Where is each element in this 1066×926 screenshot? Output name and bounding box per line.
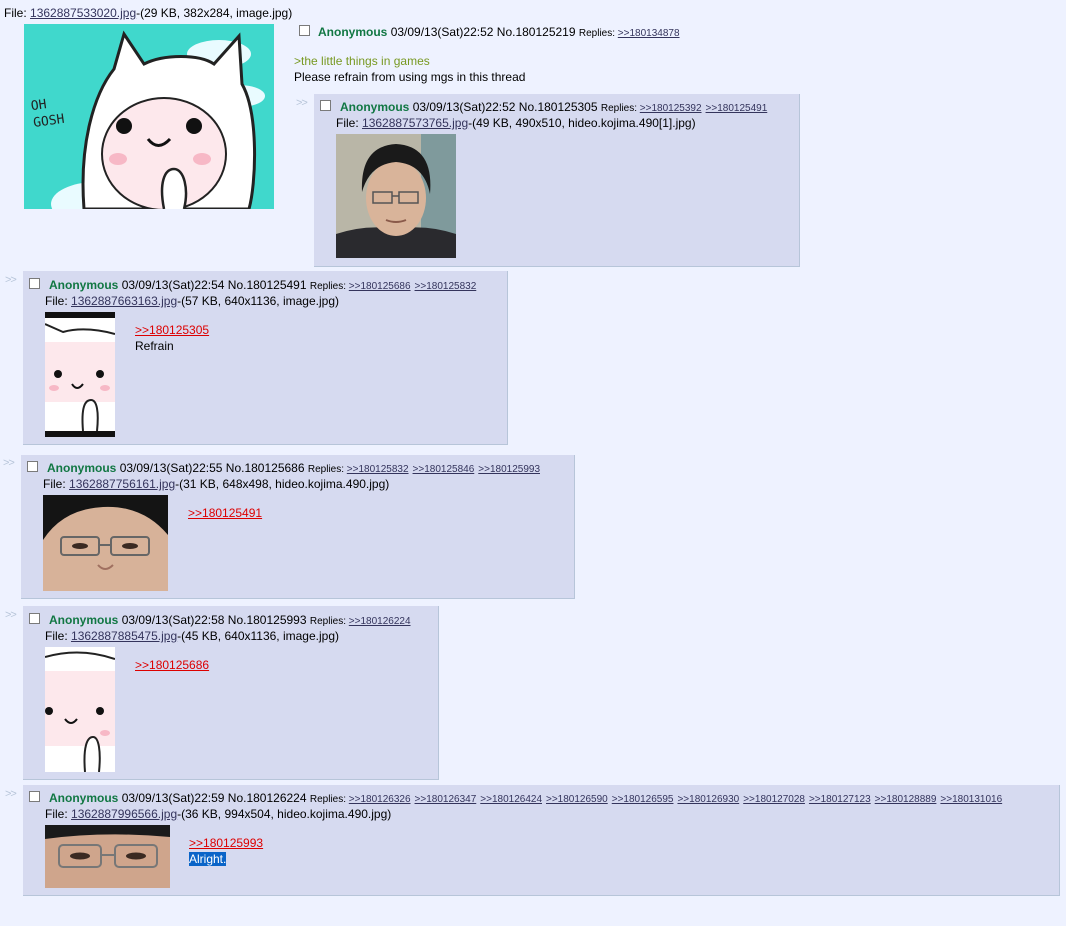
reply-link[interactable]: >>180125392: [640, 103, 702, 114]
post-datetime: 03/09/13(Sat)22:59: [121, 791, 225, 805]
op-checkbox[interactable]: [299, 25, 310, 36]
cartoon-cat-image: [45, 647, 115, 772]
portrait-photo: [43, 495, 168, 591]
file-link[interactable]: 1362887756161.jpg: [69, 477, 175, 491]
reply-link[interactable]: >>180126590: [546, 794, 608, 805]
post-datetime: 03/09/13(Sat)22:58: [121, 613, 225, 627]
file-link[interactable]: 1362887996566.jpg: [71, 807, 177, 821]
post-checkbox[interactable]: [27, 461, 38, 472]
quote-link[interactable]: >>180125686: [135, 658, 209, 673]
post-number[interactable]: No.180125993: [228, 613, 307, 627]
poster-name: Anonymous: [47, 461, 117, 475]
post-thumbnail[interactable]: [336, 134, 456, 258]
post-header: Anonymous 03/09/13(Sat)22:59 No.18012622…: [49, 791, 1006, 807]
post-number[interactable]: No.180125686: [226, 461, 305, 475]
reply-link[interactable]: >>180125832: [347, 464, 409, 475]
reply-link[interactable]: >>180126595: [612, 794, 674, 805]
post-number[interactable]: No.180125491: [228, 278, 307, 292]
replies-list: Replies: >>180126224: [309, 616, 411, 627]
post-checkbox[interactable]: [320, 100, 331, 111]
cartoon-cat-image: [45, 312, 115, 437]
post-checkbox[interactable]: [29, 278, 40, 289]
post-comment: Alright.: [189, 852, 227, 867]
reply-link[interactable]: >>180134878: [618, 28, 680, 39]
reply-link[interactable]: >>180126224: [349, 616, 411, 627]
post-header: Anonymous 03/09/13(Sat)22:52 No.18012530…: [340, 100, 771, 116]
file-link[interactable]: 1362887885475.jpg: [71, 629, 177, 643]
portrait-photo: [336, 134, 456, 258]
reply-link[interactable]: >>180128889: [875, 794, 937, 805]
reply-link[interactable]: >>180126326: [349, 794, 411, 805]
post-file-info: File: 1362887885475.jpg-(45 KB, 640x1136…: [45, 629, 339, 643]
post-thumbnail[interactable]: [43, 495, 168, 591]
post-file-info: File: 1362887996566.jpg-(36 KB, 994x504,…: [45, 807, 392, 821]
selected-text: Alright.: [189, 852, 227, 866]
post-file-info: File: 1362887573765.jpg-(49 KB, 490x510,…: [336, 116, 696, 130]
post-datetime: 03/09/13(Sat)22:55: [119, 461, 223, 475]
post-thumbnail[interactable]: [45, 312, 115, 437]
reply-link[interactable]: >>180127123: [809, 794, 871, 805]
post-file-info: File: 1362887663163.jpg-(57 KB, 640x1136…: [45, 294, 339, 308]
replies-list: Replies: >>180134878: [578, 28, 680, 39]
file-link[interactable]: 1362887573765.jpg: [362, 116, 468, 130]
reply-link[interactable]: >>180125491: [706, 103, 768, 114]
op-comment: Please refrain from using mgs in this th…: [294, 70, 526, 84]
poster-name: Anonymous: [318, 25, 388, 39]
op-file-info: File: 1362887533020.jpg-(29 KB, 382x284,…: [4, 6, 293, 20]
reply-link[interactable]: >>180125846: [413, 464, 475, 475]
op-post-header: Anonymous 03/09/13(Sat)22:52 No.18012521…: [318, 25, 684, 41]
reply-link[interactable]: >>180126424: [480, 794, 542, 805]
reply-arrows: >>: [3, 457, 15, 469]
post-header: Anonymous 03/09/13(Sat)22:55 No.18012568…: [47, 461, 544, 477]
reply-link[interactable]: >>180125993: [478, 464, 540, 475]
post-datetime: 03/09/13(Sat)22:54: [121, 278, 225, 292]
quote-link[interactable]: >>180125491: [188, 506, 262, 521]
post-checkbox[interactable]: [29, 613, 40, 624]
post-thumbnail[interactable]: [45, 647, 115, 772]
post-header: Anonymous 03/09/13(Sat)22:58 No.18012599…: [49, 613, 415, 629]
poster-name: Anonymous: [49, 791, 119, 805]
post-datetime: 03/09/13(Sat)22:52: [390, 25, 494, 39]
post-datetime: 03/09/13(Sat)22:52: [412, 100, 516, 114]
reply-link[interactable]: >>180126347: [415, 794, 477, 805]
post-header: Anonymous 03/09/13(Sat)22:54 No.18012549…: [49, 278, 480, 294]
post-checkbox[interactable]: [29, 791, 40, 802]
quote-link[interactable]: >>180125305: [135, 323, 209, 338]
op-thumbnail[interactable]: OH GOSH: [24, 24, 274, 209]
post-number[interactable]: No.180126224: [228, 791, 307, 805]
op-greentext: >the little things in games: [294, 54, 430, 68]
portrait-photo: [45, 825, 170, 888]
thumb-caption: OH GOSH: [29, 97, 66, 132]
reply-arrows: >>: [5, 609, 17, 621]
replies-list: Replies: >>180125686 >>180125832: [309, 281, 477, 292]
post-file-info: File: 1362887756161.jpg-(31 KB, 648x498,…: [43, 477, 390, 491]
op-file-link[interactable]: 1362887533020.jpg: [30, 6, 136, 20]
post-thumbnail[interactable]: [45, 825, 170, 888]
poster-name: Anonymous: [49, 278, 119, 292]
replies-list: Replies: >>180125392 >>180125491: [600, 103, 768, 114]
file-link[interactable]: 1362887663163.jpg: [71, 294, 177, 308]
reply-link[interactable]: >>180131016: [940, 794, 1002, 805]
reply-link[interactable]: >>180127028: [743, 794, 805, 805]
poster-name: Anonymous: [49, 613, 119, 627]
reply-arrows: >>: [296, 97, 308, 109]
post-comment: Refrain: [135, 339, 174, 353]
post-number[interactable]: No.180125219: [497, 25, 576, 39]
replies-list: Replies: >>180125832 >>180125846 >>1801259…: [307, 464, 540, 475]
reply-link[interactable]: >>180126930: [677, 794, 739, 805]
poster-name: Anonymous: [340, 100, 410, 114]
reply-link[interactable]: >>180125832: [415, 281, 477, 292]
replies-list: Replies: >>180126326 >>180126347 >>1801264…: [309, 794, 1003, 805]
reply-link[interactable]: >>180125686: [349, 281, 411, 292]
post-number[interactable]: No.180125305: [519, 100, 598, 114]
reply-arrows: >>: [5, 788, 17, 800]
quote-link[interactable]: >>180125993: [189, 836, 263, 851]
reply-arrows: >>: [5, 274, 17, 286]
